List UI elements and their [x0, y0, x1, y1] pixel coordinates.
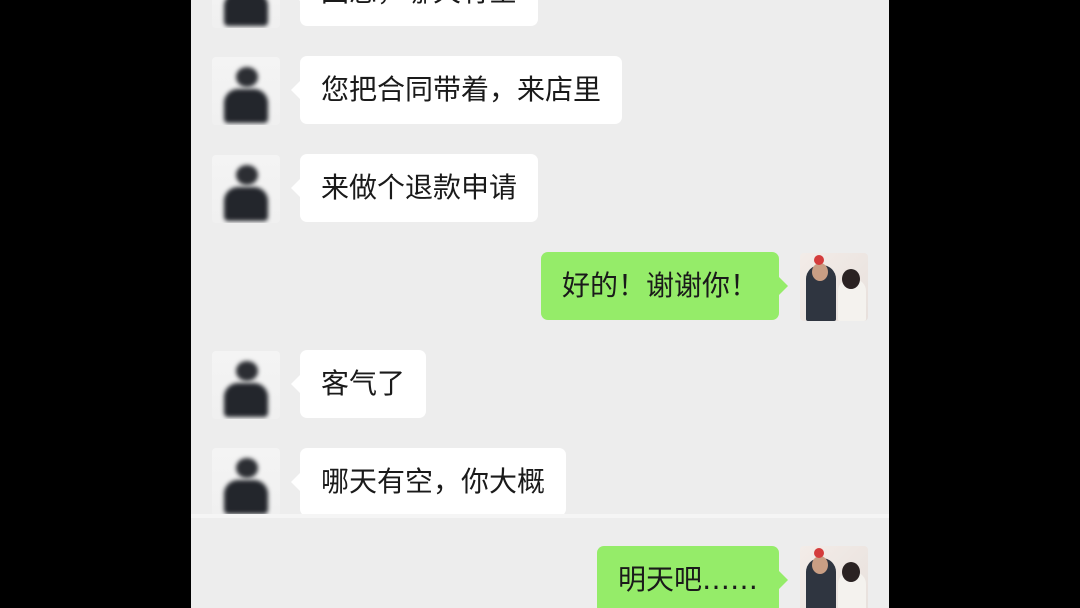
message-text: 明天吧……	[617, 563, 758, 596]
avatar-person-right-head	[842, 269, 860, 289]
contact-avatar[interactable]	[212, 57, 280, 125]
avatar-body	[224, 187, 268, 221]
incoming-message-bubble[interactable]: 哪天有空，你大概	[290, 448, 567, 516]
message-text: 回您，哪天有空	[321, 0, 517, 8]
avatar-person-right-head	[842, 562, 860, 582]
avatar-body	[224, 480, 268, 514]
message-text: 好的！谢谢你！	[561, 269, 758, 302]
message-text: 您把合同带着，来店里	[321, 73, 602, 106]
contact-avatar[interactable]	[212, 351, 280, 419]
chat-screen: 回您，哪天有空 您把合同带着，来店里 来做个退款申请 好的！谢谢你！ 客气了	[191, 0, 889, 608]
avatar-head	[236, 165, 258, 185]
avatar-body	[224, 0, 268, 26]
avatar-person-left-head	[812, 263, 828, 281]
divider	[191, 514, 889, 518]
avatar-body	[224, 89, 268, 123]
avatar-red-decoration	[814, 255, 824, 265]
incoming-message-bubble[interactable]: 客气了	[290, 350, 427, 418]
my-avatar[interactable]	[800, 546, 868, 608]
avatar-body	[224, 383, 268, 417]
message-text: 来做个退款申请	[321, 171, 518, 204]
message-text: 哪天有空，你大概	[321, 465, 546, 498]
outgoing-message-bubble[interactable]: 好的！谢谢你！	[540, 252, 789, 320]
incoming-message-bubble[interactable]: 您把合同带着，来店里	[290, 56, 623, 124]
avatar-head	[236, 67, 258, 87]
avatar-head	[236, 361, 258, 381]
incoming-message-bubble[interactable]: 回您，哪天有空	[290, 0, 539, 26]
contact-avatar[interactable]	[212, 0, 280, 28]
my-avatar[interactable]	[800, 253, 868, 321]
message-text: 客气了	[321, 367, 406, 400]
incoming-message-bubble[interactable]: 来做个退款申请	[290, 154, 539, 222]
contact-avatar[interactable]	[212, 155, 280, 223]
avatar-head	[236, 458, 258, 478]
contact-avatar[interactable]	[212, 448, 280, 516]
outgoing-message-bubble[interactable]: 明天吧……	[596, 546, 789, 608]
avatar-red-decoration	[814, 548, 824, 558]
avatar-person-left-head	[812, 556, 828, 574]
